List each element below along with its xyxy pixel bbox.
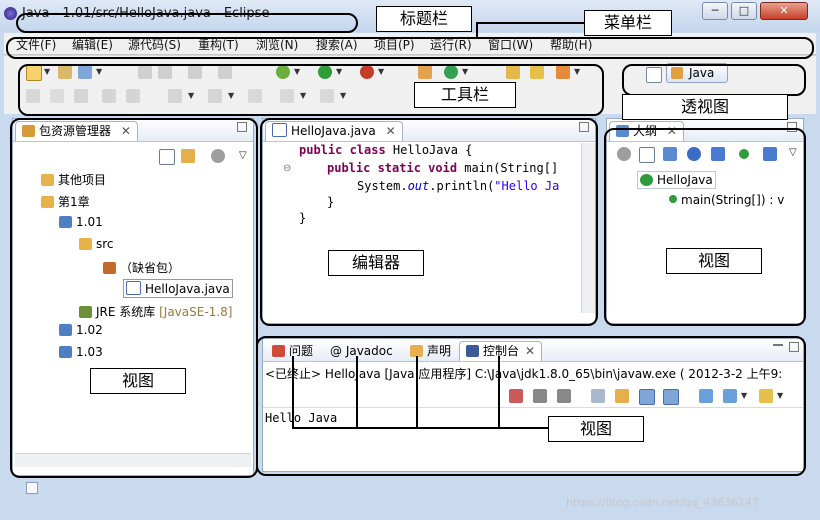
bottom-view-annotation-box: [256, 336, 806, 476]
maximize-button[interactable]: □: [731, 2, 757, 20]
perspective-annotation-label: 透视图: [622, 94, 788, 120]
bottom-view-annotation-line: [416, 356, 418, 428]
toolbar-annotation-label: 工具栏: [414, 82, 516, 108]
bottom-view-annotation-label: 视图: [548, 416, 644, 442]
bottom-view-annotation-line: [356, 356, 358, 428]
bottom-view-annotation-line: [292, 356, 294, 428]
menu-bar-annotation-label: 菜单栏: [584, 10, 672, 36]
right-view-annotation-box: [604, 128, 806, 326]
editor-annotation-label: 编辑器: [328, 250, 424, 276]
title-bar-annotation-box: [16, 13, 358, 33]
eclipse-logo-icon: [4, 7, 17, 20]
watermark: https://blog.csdn.net/qq_43636147: [566, 496, 760, 509]
left-view-annotation-label: 视图: [90, 368, 186, 394]
editor-annotation-box: [260, 118, 598, 326]
fast-view-icon[interactable]: [26, 482, 38, 494]
menu-bar-annotation-line: [476, 22, 478, 38]
perspective-annotation-box: [622, 64, 806, 96]
close-button[interactable]: ✕: [760, 2, 808, 20]
menu-bar-annotation-box: [6, 37, 814, 59]
right-view-annotation-label: 视图: [666, 248, 762, 274]
title-bar-annotation-label: 标题栏: [376, 6, 472, 32]
bottom-view-annotation-line: [498, 356, 500, 428]
menu-bar-annotation-line: [476, 22, 586, 24]
minimize-button[interactable]: ─: [702, 2, 728, 20]
bottom-view-annotation-line: [292, 427, 548, 429]
toolbar-annotation-box: [18, 64, 604, 116]
left-view-annotation-box: [10, 118, 258, 478]
